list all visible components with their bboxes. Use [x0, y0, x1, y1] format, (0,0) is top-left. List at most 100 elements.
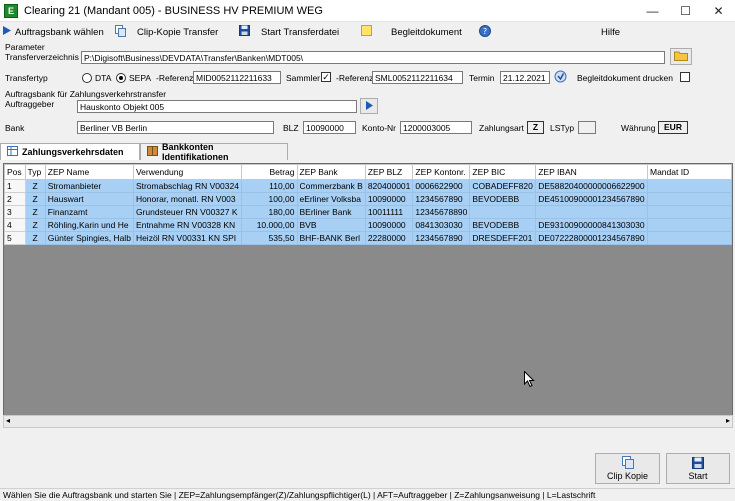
termin-field[interactable]: 21.12.2021: [500, 71, 550, 84]
cell-zep-iban: DE07222800001234567890: [535, 231, 648, 245]
note-icon-button[interactable]: [358, 23, 388, 41]
column-header-zep-blz[interactable]: ZEP BLZ: [364, 164, 414, 180]
blz-field[interactable]: 10090000: [303, 121, 356, 134]
column-header-typ[interactable]: Typ: [24, 164, 46, 180]
cell-zep-bic: [469, 205, 537, 219]
cell-zep-blz: 22280000: [364, 231, 414, 245]
sepa-radio[interactable]: [116, 73, 126, 83]
table-icon: [7, 146, 18, 158]
clip-kopie-transfer-button[interactable]: Clip-Kopie Transfer: [134, 23, 236, 41]
horizontal-scrollbar[interactable]: ◂ ▸: [3, 415, 733, 428]
waehrung-label: Währung: [621, 123, 656, 133]
cell-zep-bank: BHF-BANK Berl: [296, 231, 366, 245]
table-row[interactable]: 5 Z Günter Spingies, Halb Heizöl RN V003…: [4, 231, 732, 245]
auftraggeber-select-button[interactable]: [360, 98, 378, 114]
mouse-cursor-icon: [524, 370, 535, 390]
transferverzeichnis-field[interactable]: P:\Digisoft\Business\DEVDATA\Transfer\Ba…: [81, 51, 665, 64]
start-button[interactable]: Start: [666, 453, 730, 484]
minimize-button[interactable]: —: [636, 0, 669, 22]
table-row[interactable]: 4 Z Röhling,Karin und He Entnahme RN V00…: [4, 218, 732, 232]
status-bar: Wählen Sie die Auftragsbank und starten …: [0, 488, 735, 501]
cell-pos: 5: [4, 231, 26, 245]
tab-zahlungsverkehrsdaten[interactable]: Zahlungsverkehrsdaten: [0, 143, 140, 160]
clip-kopie-button[interactable]: Clip Kopie: [595, 453, 660, 484]
zahlungsart-field[interactable]: Z: [527, 121, 544, 134]
help-icon-button[interactable]: ?: [476, 23, 516, 41]
auftraggeber-field[interactable]: Hauskonto Objekt 005: [77, 100, 357, 113]
cell-zep-bank: BErliner Bank: [296, 205, 366, 219]
bank-label: Bank: [5, 123, 25, 133]
title-bar: E Clearing 21 (Mandant 005) - BUSINESS H…: [0, 0, 735, 22]
column-header-betrag[interactable]: Betrag: [240, 164, 298, 180]
save-icon-button[interactable]: [236, 23, 258, 41]
copy-icon-button[interactable]: [112, 23, 134, 41]
auftragsbank-waehlen-button[interactable]: Auftragsbank wählen: [0, 23, 112, 41]
svg-text:?: ?: [483, 27, 487, 36]
dta-label: DTA: [95, 73, 112, 83]
column-header-zep-kontonr[interactable]: ZEP Kontonr.: [412, 164, 471, 180]
copy-icon: [621, 456, 634, 471]
column-header-zep-bic[interactable]: ZEP BIC: [469, 164, 537, 180]
auftraggeber-label: Auftraggeber: [5, 99, 55, 109]
cell-mandat-id: [646, 205, 732, 219]
clip-kopie-transfer-label: Clip-Kopie Transfer: [137, 26, 219, 38]
column-header-zep-iban[interactable]: ZEP IBAN: [535, 164, 648, 180]
table-row[interactable]: 1 Z Stromanbieter Stromabschlag RN V0032…: [4, 179, 732, 193]
lstyp-label: LSTyp: [550, 123, 575, 133]
cell-zep-bank: Commerzbank B: [296, 179, 366, 193]
table-row[interactable]: 3 Z Finanzamt Grundsteuer RN V00327 K 18…: [4, 205, 732, 219]
cell-zep-name: Finanzamt: [44, 205, 134, 219]
kontonr-label: Konto-Nr: [362, 123, 397, 133]
calendar-info-icon[interactable]: [554, 70, 567, 85]
note-icon: [361, 25, 372, 39]
tab-bankkonten-identifikationen[interactable]: Bankkonten Identifikationen: [140, 142, 288, 162]
start-transferdatei-button[interactable]: Start Transferdatei: [258, 23, 358, 41]
cell-zep-bank: eErliner Volksba: [296, 192, 366, 206]
column-header-zep-bank[interactable]: ZEP Bank: [296, 164, 366, 180]
maximize-button[interactable]: ☐: [669, 0, 702, 22]
column-header-mandat-id[interactable]: Mandat ID: [646, 164, 732, 180]
cell-zep-kontonr: 0841303030: [412, 218, 471, 232]
hilfe-menu[interactable]: Hilfe: [598, 23, 623, 41]
close-button[interactable]: ✕: [702, 0, 735, 22]
toolbar: Auftragsbank wählen Clip-Kopie Transfer …: [0, 23, 735, 41]
auftragsbank-waehlen-label: Auftragsbank wählen: [15, 26, 104, 38]
begleitdokument-drucken-label: Begleitdokument drucken: [577, 73, 673, 83]
column-header-verwendung[interactable]: Verwendung: [132, 164, 242, 180]
referenz-field[interactable]: MID0052112211633: [193, 71, 281, 84]
cell-zep-blz: 10011111: [364, 205, 414, 219]
referenz2-field[interactable]: SML0052112211634: [372, 71, 463, 84]
cell-betrag: 110,00: [240, 179, 298, 193]
cell-mandat-id: [646, 218, 732, 232]
floppy-disk-icon: [239, 25, 250, 39]
lstyp-field[interactable]: [578, 121, 596, 134]
zahlungsverkehr-grid[interactable]: Pos Typ ZEP Name Verwendung Betrag ZEP B…: [3, 163, 733, 428]
begleitdokument-drucken-checkbox[interactable]: [680, 72, 690, 82]
dta-radio[interactable]: [82, 73, 92, 83]
sammler-checkbox[interactable]: ✓: [321, 72, 331, 82]
cell-betrag: 535,50: [240, 231, 298, 245]
cell-verwendung: Heizöl RN V00331 KN SPI: [132, 231, 242, 245]
cell-zep-name: Stromanbieter: [44, 179, 134, 193]
cell-zep-name: Röhling,Karin und He: [44, 218, 134, 232]
cell-typ: Z: [24, 192, 46, 206]
kontonr-field[interactable]: 1200003005: [400, 121, 472, 134]
transfertyp-label: Transfertyp: [5, 73, 48, 83]
cell-pos: 3: [4, 205, 26, 219]
begleitdokument-button[interactable]: Begleitdokument: [388, 23, 476, 41]
waehrung-field[interactable]: EUR: [658, 121, 688, 134]
scroll-left-icon[interactable]: ◂: [6, 416, 10, 425]
cell-verwendung: Grundsteuer RN V00327 K: [132, 205, 242, 219]
cell-verwendung: Stromabschlag RN V00324: [132, 179, 242, 193]
column-header-pos[interactable]: Pos: [4, 164, 26, 180]
bank-field[interactable]: Berliner VB Berlin: [77, 121, 274, 134]
blz-label: BLZ: [283, 123, 299, 133]
folder-browse-button[interactable]: [670, 48, 692, 65]
column-header-zep-name[interactable]: ZEP Name: [44, 164, 134, 180]
cell-verwendung: Entnahme RN V00328 KN: [132, 218, 242, 232]
cell-zep-iban: DE93100900000841303030: [535, 218, 648, 232]
cell-zep-kontonr: 0006622900: [412, 179, 471, 193]
cell-zep-bic: BEVODEBB: [469, 192, 537, 206]
scroll-right-icon[interactable]: ▸: [726, 416, 730, 425]
table-row[interactable]: 2 Z Hauswart Honorar, monatl. RN V003 10…: [4, 192, 732, 206]
